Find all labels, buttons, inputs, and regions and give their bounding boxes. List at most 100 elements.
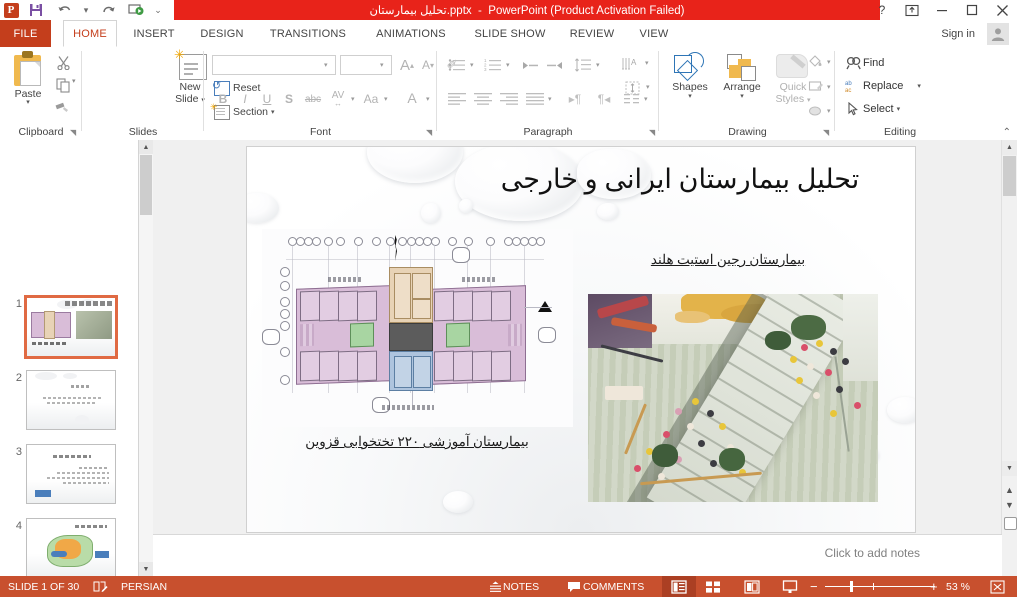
undo-icon[interactable]: [50, 0, 78, 20]
scrollbar-thumb[interactable]: [140, 155, 152, 215]
find-button[interactable]: Find: [843, 53, 884, 73]
increase-font-size-icon[interactable]: A ▴: [397, 55, 417, 75]
notes-button[interactable]: NOTES: [487, 576, 539, 597]
hospital-atrium-photo[interactable]: [588, 294, 878, 502]
arrange-button[interactable]: Arrange ▾: [716, 51, 768, 101]
font-color-dropdown-icon[interactable]: ▾: [426, 95, 430, 103]
spellcheck-icon[interactable]: [93, 576, 108, 597]
shape-fill-dropdown-icon[interactable]: ▾: [827, 58, 831, 66]
font-size-dropdown-icon[interactable]: ▾: [380, 61, 384, 69]
numbering-button[interactable]: 123: [481, 55, 505, 75]
avatar[interactable]: [987, 23, 1009, 45]
tab-transitions[interactable]: TRANSITIONS: [260, 20, 356, 47]
shapes-button[interactable]: Shapes ▾: [664, 51, 716, 101]
tab-view[interactable]: VIEW: [630, 20, 678, 47]
shape-fill-icon[interactable]: [805, 51, 827, 71]
help-icon[interactable]: ?: [867, 0, 897, 20]
save-icon[interactable]: [22, 0, 50, 20]
previous-slide-icon[interactable]: ▲: [1005, 485, 1014, 495]
thumbnail-slide-3[interactable]: [26, 444, 116, 504]
align-right-button[interactable]: [497, 89, 521, 109]
align-text-dropdown-icon[interactable]: ▾: [646, 83, 650, 91]
strikethrough-button[interactable]: abc: [302, 89, 324, 109]
zoom-in-button[interactable]: +: [930, 576, 938, 597]
minimize-icon[interactable]: [927, 0, 957, 20]
drawing-dialog-launcher-icon[interactable]: ◥: [823, 128, 829, 137]
decrease-font-size-icon[interactable]: A ▾: [418, 55, 438, 75]
align-center-button[interactable]: [471, 89, 495, 109]
tab-design[interactable]: DESIGN: [191, 20, 253, 47]
numbering-dropdown-icon[interactable]: ▾: [506, 61, 510, 69]
line-spacing-button[interactable]: [571, 55, 595, 75]
justify-dropdown-icon[interactable]: ▾: [548, 95, 552, 103]
thumbnail-slide-1[interactable]: [24, 295, 118, 359]
shape-effects-dropdown-icon[interactable]: ▾: [827, 107, 831, 115]
increase-indent-button[interactable]: [544, 55, 566, 75]
slide-thumbnail-pane[interactable]: 1 2 3 4: [0, 140, 139, 576]
zoom-slider-handle[interactable]: [850, 581, 853, 592]
shapes-dropdown-icon[interactable]: ▾: [664, 93, 716, 101]
slide-show-view-button[interactable]: [773, 576, 807, 597]
notes-placeholder[interactable]: Click to add notes: [825, 546, 920, 560]
scroll-down-icon[interactable]: ▼: [1002, 461, 1017, 476]
slide-sorter-view-button[interactable]: [696, 576, 730, 597]
reading-view-button[interactable]: [735, 576, 769, 597]
redo-icon[interactable]: [94, 0, 122, 20]
language-indicator[interactable]: PERSIAN: [121, 576, 167, 597]
change-case-button[interactable]: Aa: [360, 89, 382, 109]
slide-area-scrollbar[interactable]: ▲ ▼ ▲ ▼: [1001, 140, 1017, 576]
character-spacing-button[interactable]: AV ↔: [326, 87, 350, 109]
photo-caption[interactable]: بیمارستان رجین استیت هلند: [563, 252, 893, 268]
select-button[interactable]: Select ▾: [843, 99, 900, 119]
start-slideshow-icon[interactable]: [122, 0, 150, 20]
cut-icon[interactable]: [52, 52, 74, 72]
font-name-dropdown-icon[interactable]: ▾: [324, 61, 328, 69]
clipboard-dialog-launcher-icon[interactable]: ◥: [70, 128, 76, 137]
font-size-input[interactable]: [340, 55, 392, 75]
scroll-up-icon[interactable]: ▲: [1002, 140, 1017, 155]
sign-in-button[interactable]: Sign in: [941, 20, 975, 47]
close-icon[interactable]: [987, 0, 1017, 20]
bullets-dropdown-icon[interactable]: ▾: [470, 61, 474, 69]
align-text-button[interactable]: [620, 77, 646, 99]
comments-button[interactable]: COMMENTS: [565, 576, 644, 597]
next-slide-icon[interactable]: ▼: [1005, 500, 1014, 510]
notes-pane[interactable]: Click to add notes: [153, 534, 1002, 576]
collapse-ribbon-button[interactable]: ⌃: [1003, 127, 1011, 138]
rtl-button[interactable]: ¶ ◂: [592, 89, 616, 109]
italic-button[interactable]: I: [236, 89, 254, 109]
character-spacing-dropdown-icon[interactable]: ▾: [351, 95, 355, 103]
undo-dropdown-icon[interactable]: ▾: [78, 0, 94, 20]
format-painter-icon[interactable]: [52, 98, 74, 118]
slide-counter[interactable]: SLIDE 1 OF 30: [8, 576, 79, 597]
ribbon-display-options-icon[interactable]: [897, 0, 927, 20]
paste-dropdown-icon[interactable]: ▾: [6, 99, 50, 106]
justify-button[interactable]: [523, 89, 547, 109]
zoom-level[interactable]: 53 %: [946, 576, 970, 597]
decrease-indent-button[interactable]: [519, 55, 541, 75]
tab-file[interactable]: FILE: [0, 20, 51, 47]
shape-outline-dropdown-icon[interactable]: ▾: [827, 83, 831, 91]
floor-plan-caption[interactable]: بیمارستان آموزشی ۲۲۰ تختخوابی قزوین: [267, 434, 567, 450]
slide-editing-area[interactable]: تحلیل بیمارستان ایرانی و خارجی بیمارستان…: [153, 140, 1017, 576]
paste-button[interactable]: Paste ▾: [6, 51, 50, 106]
thumbnail-slide-4[interactable]: [26, 518, 116, 576]
thumbnail-pane-scrollbar[interactable]: ▲ ▼: [139, 140, 154, 576]
text-shadow-button[interactable]: S: [280, 89, 298, 109]
replace-button[interactable]: ab ac Replace ▾: [843, 76, 921, 96]
line-spacing-dropdown-icon[interactable]: ▾: [596, 61, 600, 69]
normal-view-button[interactable]: [662, 576, 696, 597]
tab-review[interactable]: REVIEW: [561, 20, 623, 47]
tab-slide-show[interactable]: SLIDE SHOW: [466, 20, 554, 47]
copy-icon[interactable]: [52, 75, 74, 95]
ltr-button[interactable]: ▸ ¶: [563, 89, 587, 109]
font-color-button[interactable]: A: [402, 87, 422, 109]
font-name-input[interactable]: [212, 55, 336, 75]
tab-home[interactable]: HOME: [63, 20, 117, 47]
bullets-button[interactable]: [445, 55, 469, 75]
thumbnail-slide-2[interactable]: [26, 370, 116, 430]
fit-to-window-button[interactable]: [990, 576, 1005, 597]
underline-button[interactable]: U: [258, 89, 276, 109]
scrollbar-thumb[interactable]: [1003, 156, 1016, 196]
maximize-icon[interactable]: [957, 0, 987, 20]
